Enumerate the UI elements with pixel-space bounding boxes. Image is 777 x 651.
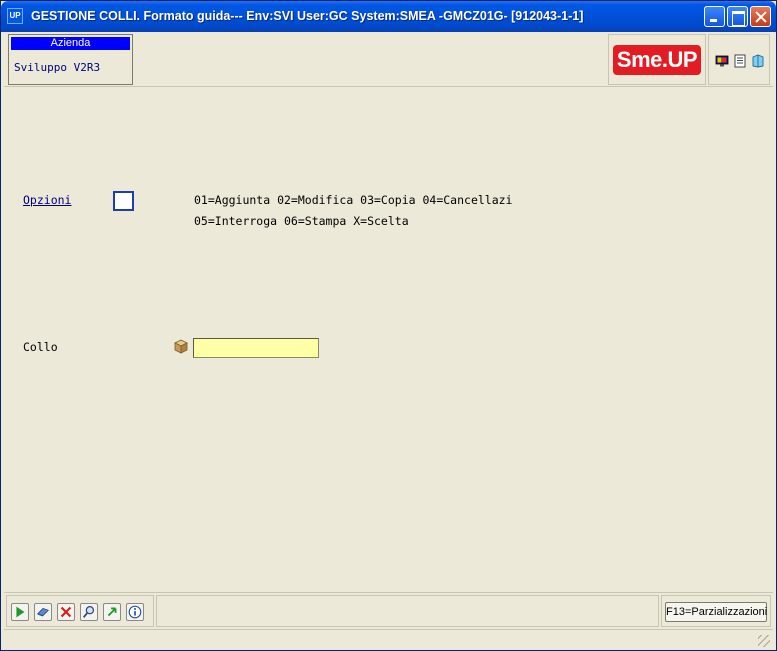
refresh-icon[interactable] [103, 603, 121, 621]
f13-partial-button[interactable]: F13=Parzializzazioni [665, 602, 767, 622]
title-bar[interactable]: UP GESTIONE COLLI. Formato guida--- Env:… [1, 1, 776, 32]
footer-bar: F13=Parzializzazioni [4, 592, 773, 628]
header-tools [708, 34, 770, 85]
close-button[interactable] [750, 6, 771, 27]
fkey-area: F13=Parzializzazioni [661, 595, 771, 627]
options-input[interactable] [113, 191, 134, 211]
eraser-icon[interactable] [34, 603, 52, 621]
main-form: Opzioni 01=Aggiunta 02=Modifica 03=Copia… [4, 88, 773, 591]
message-area [156, 595, 659, 627]
options-label[interactable]: Opzioni [23, 193, 71, 207]
collo-input[interactable] [193, 338, 319, 358]
execute-icon[interactable] [11, 603, 29, 621]
collo-label: Collo [23, 340, 58, 354]
function-toolbar [6, 595, 154, 627]
app-icon[interactable]: UP [7, 8, 23, 24]
logo-box: Sme.UP [608, 34, 706, 85]
header-panel: Azienda Sviluppo V2R3 Sme.UP [4, 32, 773, 87]
smeup-logo: Sme.UP [613, 45, 701, 75]
minimize-button[interactable] [704, 6, 725, 27]
book-icon[interactable] [751, 54, 765, 68]
search-icon[interactable] [80, 603, 98, 621]
cancel-icon[interactable] [57, 603, 75, 621]
options-legend-line1: 01=Aggiunta 02=Modifica 03=Copia 04=Canc… [194, 193, 513, 207]
company-value: Sviluppo V2R3 [14, 61, 101, 74]
status-bar [4, 629, 773, 649]
company-box: Azienda Sviluppo V2R3 [8, 34, 133, 85]
monitor-icon[interactable] [715, 54, 729, 68]
document-icon[interactable] [733, 54, 747, 68]
company-label: Azienda [11, 37, 130, 50]
options-legend-line2: 05=Interroga 06=Stampa X=Scelta [194, 214, 409, 228]
info-icon[interactable] [126, 603, 144, 621]
package-icon[interactable] [173, 338, 189, 354]
maximize-button[interactable] [727, 6, 748, 27]
window-title: GESTIONE COLLI. Formato guida--- Env:SVI… [31, 9, 584, 23]
app-window: UP GESTIONE COLLI. Formato guida--- Env:… [0, 0, 777, 651]
resize-grip[interactable] [758, 635, 770, 647]
